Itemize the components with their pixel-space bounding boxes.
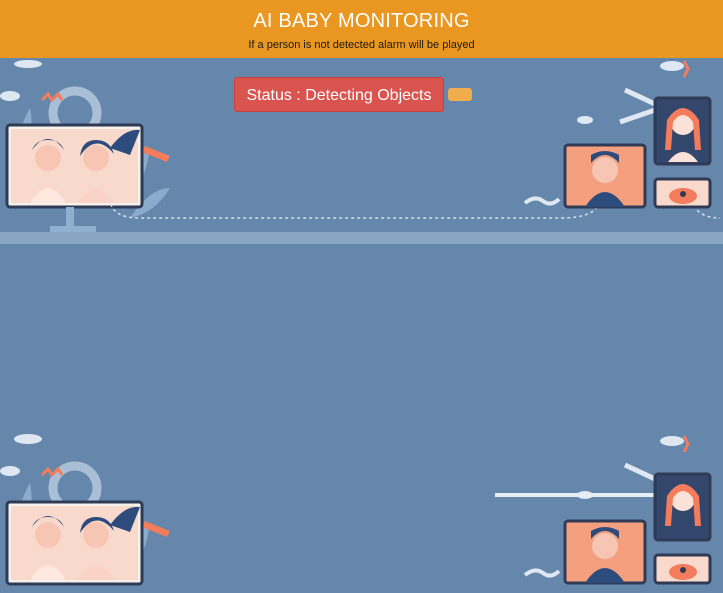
status-button[interactable]: Status : Detecting Objects	[234, 77, 444, 112]
app-header: AI BABY MONITORING If a person is not de…	[0, 0, 723, 58]
secondary-button[interactable]	[448, 88, 472, 101]
app-subtitle: If a person is not detected alarm will b…	[248, 39, 475, 51]
app-title: AI BABY MONITORING	[253, 10, 470, 32]
illustration-divider	[0, 232, 723, 244]
video-call-illustration-bottom	[0, 425, 723, 593]
